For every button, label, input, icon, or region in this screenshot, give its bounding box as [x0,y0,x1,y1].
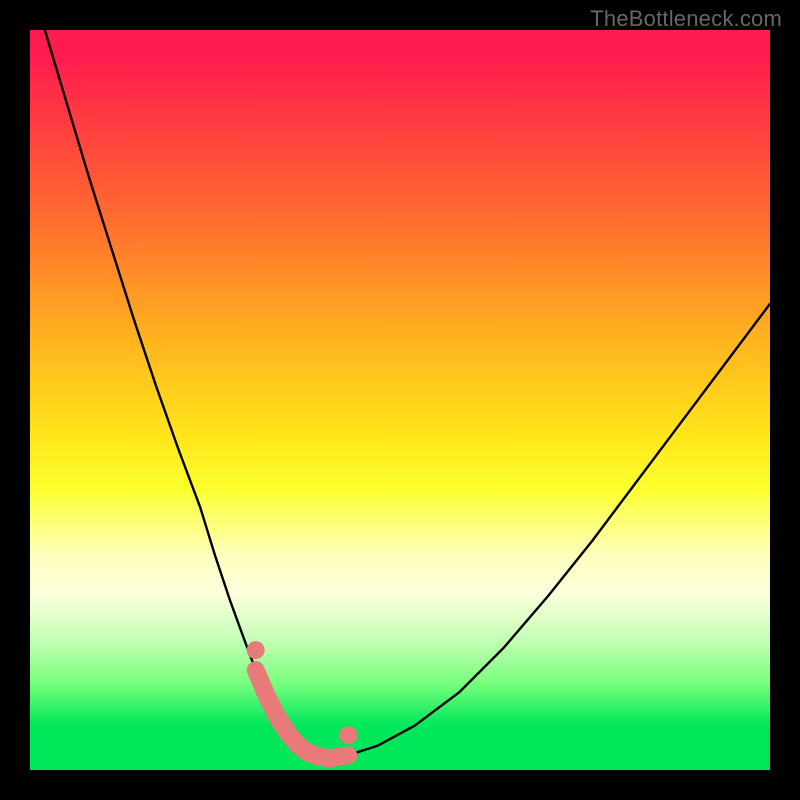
plot-area [30,30,770,770]
highlight-dot [339,726,357,744]
bottleneck-curve [45,30,770,758]
highlight-dot [247,641,265,659]
watermark-text: TheBottleneck.com [590,6,782,32]
chart-svg [30,30,770,770]
highlight-segment [256,670,349,758]
outer-frame: TheBottleneck.com [0,0,800,800]
